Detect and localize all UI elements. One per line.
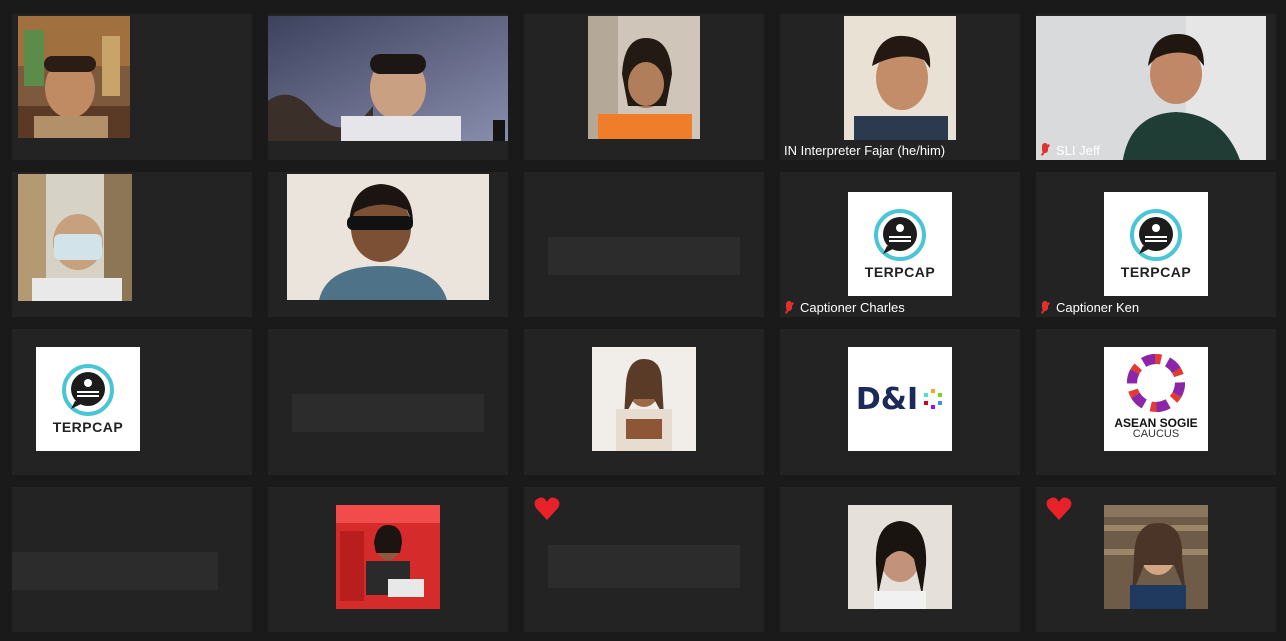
participant-tile[interactable] [524, 329, 764, 475]
participant-name-label: SLI Jeff [1056, 142, 1100, 158]
participant-name-label: Captioner Charles [800, 300, 905, 315]
participant-tile[interactable] [524, 171, 764, 317]
participant-name: IN Interpreter Fajar (he/him) [784, 143, 945, 158]
participant-video [1104, 504, 1208, 609]
participant-tile[interactable]: SLI Jeff [1036, 14, 1276, 160]
participant-tile[interactable] [524, 14, 764, 160]
heart-reaction-icon [534, 497, 560, 520]
participant-name: SLI Jeff [1040, 143, 1100, 158]
terpcap-logo: TERPCAP [1104, 191, 1208, 296]
participant-name-label: IN Interpreter Fajar (he/him) [784, 142, 946, 158]
participant-video [1036, 16, 1266, 160]
terpcap-logo-text: TERPCAP [1120, 263, 1192, 280]
terpcap-logo: TERPCAP [848, 191, 952, 296]
participant-video [268, 16, 508, 141]
video-off-placeholder [548, 544, 740, 589]
participant-tile[interactable]: TERPCAP Captioner Charles [780, 171, 1020, 317]
participant-video [592, 347, 696, 451]
participant-video [848, 504, 952, 609]
dni-logo-text: D&I [855, 381, 919, 417]
participant-video [287, 173, 489, 300]
participant-video [588, 16, 700, 139]
terpcap-logo-text: TERPCAP [52, 419, 124, 435]
participant-tile[interactable]: TERPCAP Captioner Ken [1036, 171, 1276, 317]
participant-tile[interactable] [524, 486, 764, 632]
terpcap-chat-icon [874, 208, 926, 261]
participant-name: Captioner Ken [1040, 300, 1139, 315]
video-gallery: IN Interpreter Fajar (he/him) SLI Jeff T… [4, 8, 1284, 638]
participant-tile[interactable] [12, 486, 252, 632]
terpcap-logo: TERPCAP [36, 347, 140, 451]
rainbow-circle-icon [1127, 354, 1185, 412]
mic-muted-icon [784, 300, 794, 315]
terpcap-chat-icon [1130, 208, 1182, 261]
mic-muted-icon [1040, 300, 1050, 315]
participant-tile[interactable]: TERPCAP [12, 329, 252, 475]
participant-video [18, 16, 130, 138]
participant-tile[interactable] [268, 171, 508, 317]
dni-logo: D&I [848, 347, 952, 451]
participant-tile[interactable] [1036, 486, 1276, 632]
asean-logo-subtext: CAUCUS [1132, 428, 1180, 440]
video-off-placeholder [292, 394, 484, 433]
dni-dots-icon [924, 389, 943, 409]
video-off-placeholder [548, 236, 740, 275]
participant-tile[interactable] [780, 486, 1020, 632]
participant-video [844, 16, 956, 140]
participant-tile[interactable]: ASEAN SOGIE CAUCUS [1036, 329, 1276, 475]
heart-reaction-icon [1046, 497, 1072, 520]
terpcap-logo-text: TERPCAP [864, 263, 936, 280]
participant-tile[interactable]: IN Interpreter Fajar (he/him) [780, 14, 1020, 160]
video-off-placeholder [12, 551, 219, 590]
mic-muted-icon [1040, 143, 1050, 157]
participant-tile[interactable] [12, 171, 252, 317]
participant-name-label: Captioner Ken [1056, 300, 1140, 315]
participant-video [18, 173, 132, 301]
participant-tile[interactable] [12, 14, 252, 160]
participant-tile[interactable] [268, 329, 508, 475]
participant-name: Captioner Charles [784, 300, 905, 315]
terpcap-chat-icon [62, 364, 114, 416]
participant-video [336, 504, 440, 609]
participant-tile[interactable] [268, 14, 508, 160]
participant-tile[interactable] [268, 486, 508, 632]
participant-tile[interactable]: D&I [780, 329, 1020, 475]
asean-sogie-logo: ASEAN SOGIE CAUCUS [1104, 347, 1208, 451]
